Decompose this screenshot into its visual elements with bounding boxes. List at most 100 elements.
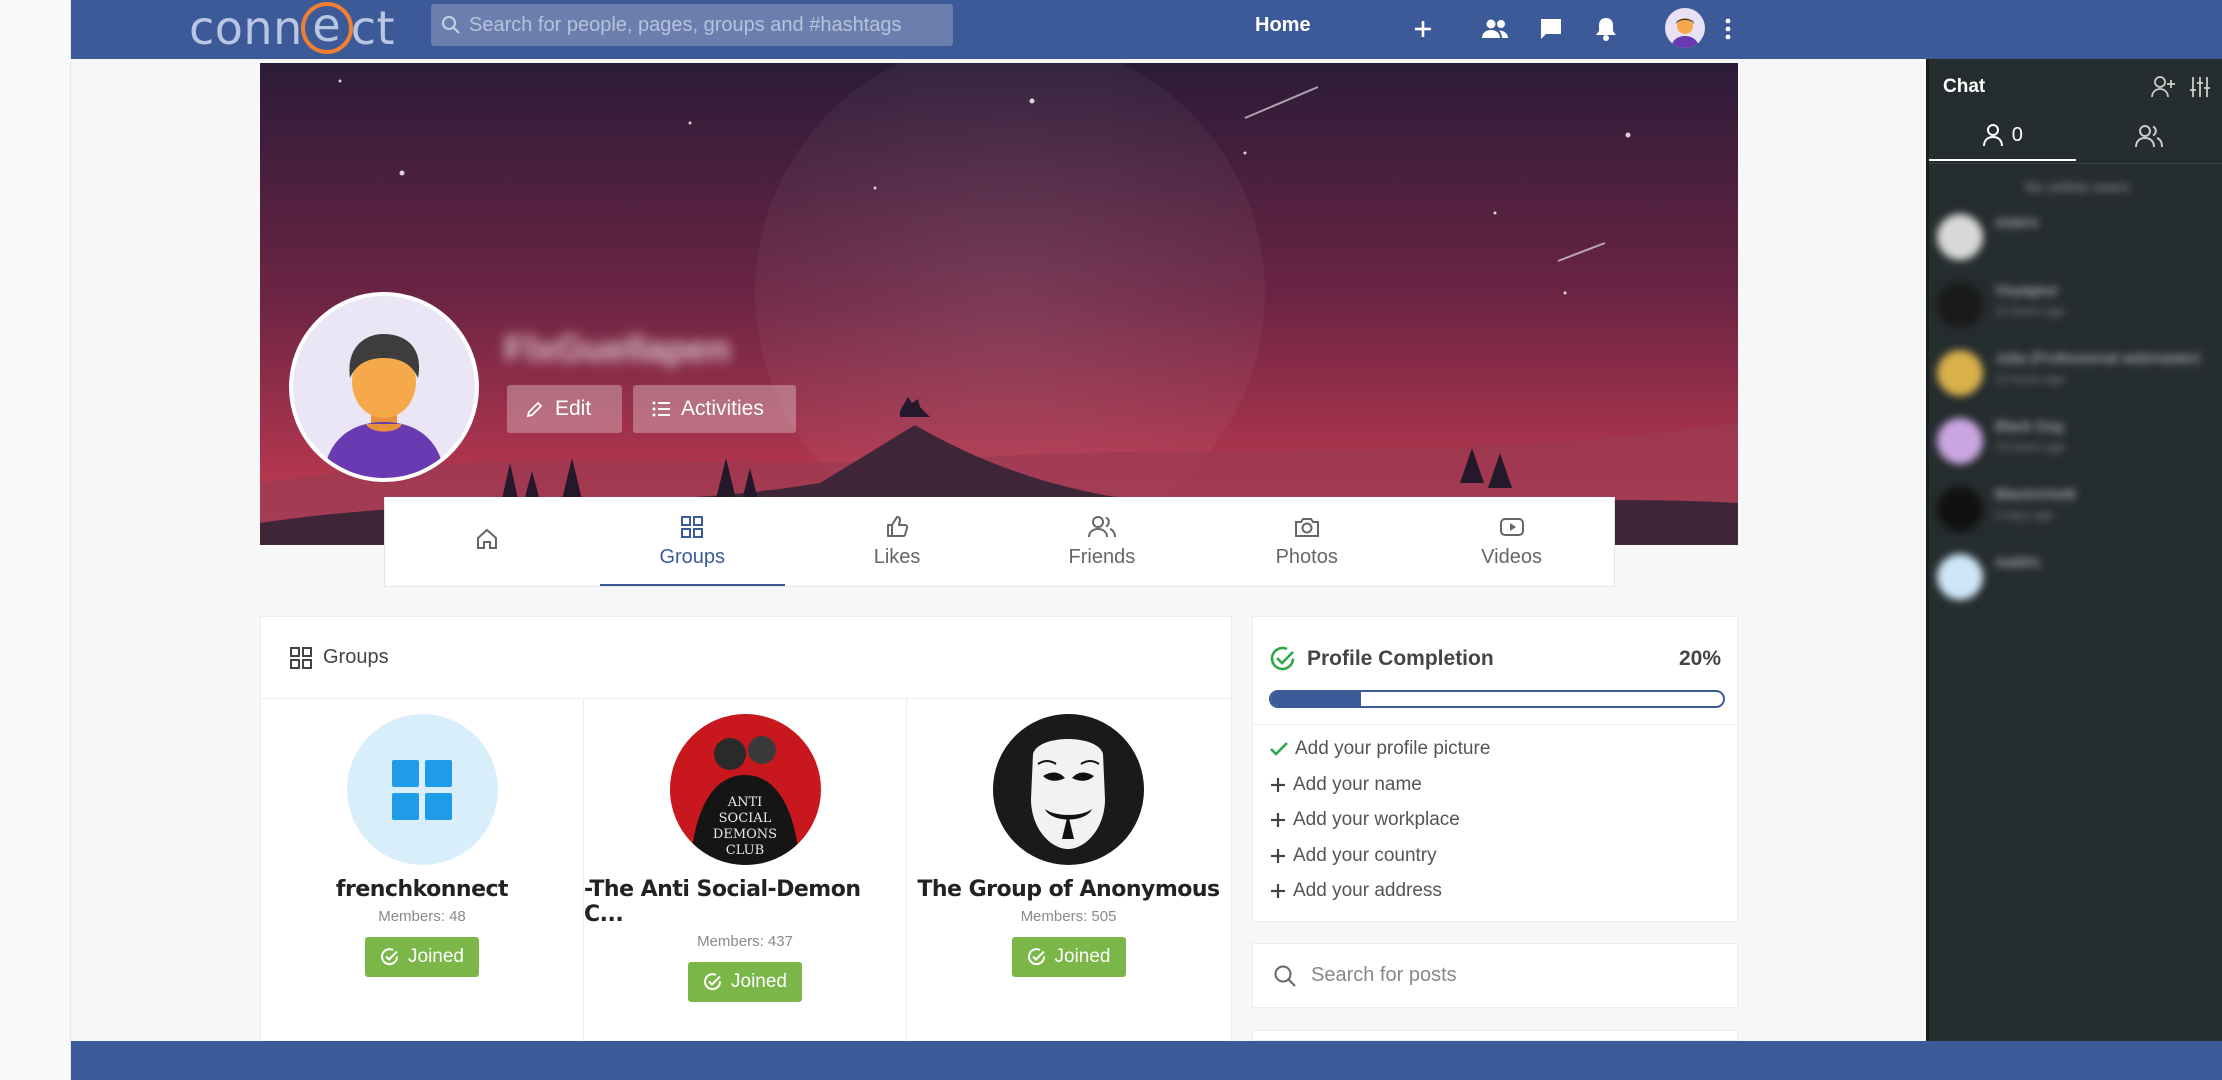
group-joined-button[interactable]: Joined bbox=[688, 962, 802, 1002]
tab-label: Photos bbox=[1275, 546, 1338, 568]
chat-contact-avatar bbox=[1937, 486, 1983, 532]
friends-icon bbox=[1087, 516, 1116, 538]
chat-tab-groups[interactable] bbox=[2076, 111, 2222, 161]
tab-label: Likes bbox=[873, 546, 921, 568]
group-members-count: Members: 437 bbox=[697, 933, 793, 950]
logo-text: conn bbox=[189, 1, 303, 55]
profile-person-icon bbox=[323, 334, 445, 478]
user-icon bbox=[1982, 124, 2003, 147]
more-options-icon[interactable] bbox=[1711, 12, 1745, 46]
tab-likes[interactable]: Likes bbox=[795, 497, 1000, 586]
completion-task[interactable]: Add your name bbox=[1269, 770, 1422, 800]
tab-videos[interactable]: Videos bbox=[1409, 497, 1614, 586]
group-joined-button[interactable]: Joined bbox=[365, 937, 479, 977]
post-search-box[interactable] bbox=[1252, 943, 1738, 1008]
home-icon bbox=[477, 528, 498, 549]
anonymous-mask-image bbox=[993, 714, 1143, 864]
group-joined-button[interactable]: Joined bbox=[1011, 937, 1126, 977]
chat-contact-name: Blackrichetti bbox=[1995, 486, 2076, 503]
chat-contact[interactable]: Black Dog 13 hours ago bbox=[1937, 418, 2217, 464]
joined-label: Joined bbox=[1054, 946, 1111, 967]
camera-icon bbox=[1294, 518, 1319, 537]
tab-timeline[interactable] bbox=[385, 497, 590, 586]
nav-home-link[interactable]: Home bbox=[1255, 14, 1311, 37]
chat-contact-time: 12 hours ago bbox=[1995, 304, 2066, 318]
image-text-line: CLUB bbox=[725, 843, 763, 858]
completion-task[interactable]: Add your workplace bbox=[1269, 805, 1460, 835]
image-text-line: DEMONS bbox=[712, 827, 776, 842]
logo-e-icon: e bbox=[300, 2, 353, 54]
group-card[interactable]: The Group of Anonymous Members: 505 Join… bbox=[907, 699, 1230, 1059]
progress-fill bbox=[1271, 692, 1362, 706]
chat-contact-avatar bbox=[1937, 350, 1983, 396]
search-icon bbox=[442, 16, 460, 34]
tab-friends[interactable]: Friends bbox=[999, 497, 1204, 586]
cover-photo bbox=[260, 63, 1738, 545]
group-card[interactable]: ANTI SOCIAL DEMONS CLUB -The Anti Social… bbox=[584, 699, 907, 1059]
chat-contact-avatar bbox=[1937, 214, 1983, 260]
chat-contact-avatar bbox=[1937, 418, 1983, 464]
profile-avatar[interactable] bbox=[289, 292, 479, 482]
grid-icon bbox=[290, 646, 312, 669]
tab-label: Groups bbox=[659, 546, 726, 568]
chat-contact-name: Julia (Professional webmaster) bbox=[1995, 350, 2201, 367]
check-circle-icon bbox=[704, 973, 722, 991]
list-icon bbox=[652, 401, 670, 417]
group-members-count: Members: 48 bbox=[378, 908, 466, 925]
global-search-input[interactable] bbox=[469, 13, 939, 37]
divider bbox=[1253, 724, 1737, 725]
profile-name: FlxGuellapen bbox=[504, 328, 731, 369]
chat-contact-time: 12 hours ago bbox=[1995, 372, 2066, 386]
chat-contacts-list: No online users sisters Voyageur 12 hours … bbox=[1937, 179, 2217, 622]
grid-icon bbox=[681, 516, 704, 538]
group-name[interactable]: The Group of Anonymous bbox=[917, 877, 1220, 902]
group-avatar[interactable]: ANTI SOCIAL DEMONS CLUB bbox=[669, 714, 821, 865]
chat-contact-time: 2 days ago bbox=[1995, 508, 2054, 522]
image-text-line: SOCIAL bbox=[718, 811, 771, 826]
chat-contact-name: sisters bbox=[1995, 214, 2039, 231]
chat-tabs: 0 bbox=[1929, 111, 2222, 161]
group-avatar[interactable] bbox=[346, 714, 498, 865]
search-icon bbox=[1274, 965, 1296, 987]
chat-contact[interactable]: Blackrichetti 2 days ago bbox=[1937, 486, 2217, 532]
friend-requests-icon[interactable] bbox=[1478, 12, 1512, 46]
image-text-line: ANTI bbox=[726, 795, 762, 810]
completion-task[interactable]: Add your profile picture bbox=[1269, 734, 1490, 764]
chat-sidebar: Chat 0 No online users sisters Voyageur 12… bbox=[1926, 59, 2222, 1041]
post-search-input[interactable] bbox=[1311, 964, 1731, 987]
tab-label: Friends bbox=[1068, 546, 1136, 568]
global-search-box[interactable] bbox=[431, 4, 953, 46]
add-user-icon[interactable] bbox=[2150, 75, 2176, 99]
chat-contact[interactable]: Aaldric bbox=[1937, 554, 2217, 600]
tab-groups[interactable]: Groups bbox=[590, 497, 795, 586]
messages-icon[interactable] bbox=[1534, 12, 1568, 46]
chat-tab-online[interactable]: 0 bbox=[1929, 111, 2076, 161]
tab-photos[interactable]: Photos bbox=[1204, 497, 1409, 586]
settings-sliders-icon[interactable] bbox=[2188, 75, 2212, 99]
chat-contact[interactable]: Julia (Professional webmaster) 12 hours a… bbox=[1937, 350, 2217, 396]
plus-icon bbox=[1271, 813, 1285, 827]
group-avatar[interactable] bbox=[993, 714, 1144, 865]
video-play-icon bbox=[1499, 518, 1524, 536]
chat-contact-name: Aaldric bbox=[1995, 554, 2041, 571]
group-name[interactable]: frenchkonnect bbox=[336, 877, 509, 902]
divider bbox=[1929, 163, 2222, 164]
group-card[interactable]: frenchkonnect Members: 48 Joined bbox=[261, 699, 584, 1059]
completion-task[interactable]: Add your address bbox=[1269, 876, 1442, 906]
completion-task[interactable]: Add your country bbox=[1269, 841, 1437, 871]
next-panel-edge bbox=[1252, 1030, 1738, 1041]
edit-profile-button[interactable]: Edit bbox=[507, 385, 622, 433]
profile-completion-panel: Profile Completion 20% Add your profile … bbox=[1252, 616, 1738, 922]
site-logo[interactable]: conn e ct bbox=[189, 1, 395, 55]
chat-contact[interactable]: Voyageur 12 hours ago bbox=[1937, 282, 2217, 328]
thumbs-up-icon bbox=[887, 516, 909, 537]
chat-contact[interactable]: sisters bbox=[1937, 214, 2217, 260]
user-avatar-menu[interactable] bbox=[1665, 8, 1705, 48]
group-name[interactable]: -The Anti Social-Demon C... bbox=[584, 877, 906, 927]
create-plus-icon[interactable] bbox=[1406, 12, 1440, 46]
activities-button[interactable]: Activities bbox=[633, 385, 796, 433]
completion-task-label: Add your name bbox=[1293, 773, 1422, 795]
notifications-bell-icon[interactable] bbox=[1589, 12, 1623, 46]
pencil-icon bbox=[526, 401, 543, 418]
check-circle-icon bbox=[1270, 646, 1295, 671]
